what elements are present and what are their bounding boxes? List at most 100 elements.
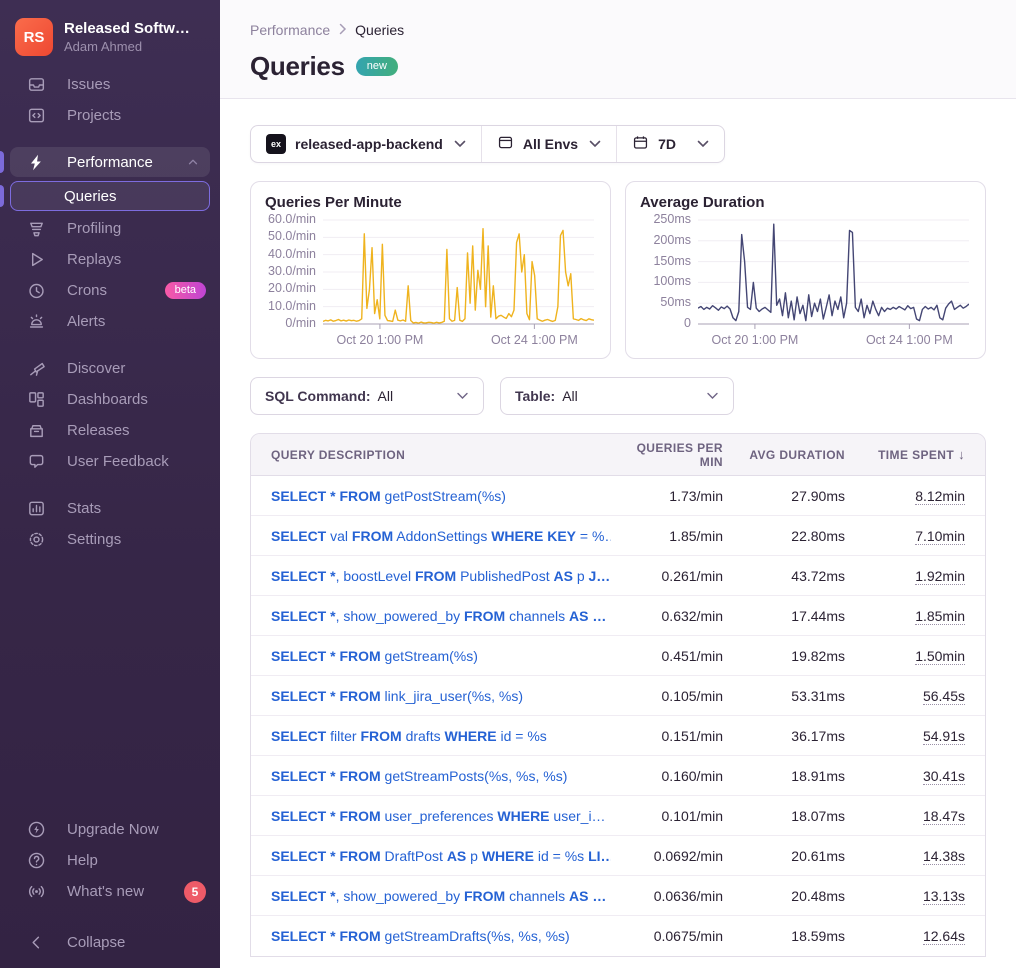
table-row: SELECT filter FROM drafts WHERE id = %s0… [251, 716, 985, 756]
time-spent-value[interactable]: 56.45s [923, 688, 965, 705]
sidebar-item-discover[interactable]: Discover [0, 353, 220, 384]
table-row: SELECT * FROM DraftPost AS p WHERE id = … [251, 836, 985, 876]
profiling-icon [27, 219, 46, 238]
query-description-link[interactable]: SELECT * FROM getPostStream(%s) [251, 488, 611, 504]
y-axis-labels: 60.0/min50.0/min40.0/min30.0/min20.0/min… [265, 212, 323, 350]
projects-icon [27, 106, 46, 125]
avg-duration-value: 22.80ms [743, 528, 865, 544]
query-description-link[interactable]: SELECT * FROM getStreamPosts(%s, %s, %s) [251, 768, 611, 784]
query-description-link[interactable]: SELECT * FROM DraftPost AS p WHERE id = … [251, 848, 611, 864]
chevron-down-icon [456, 392, 469, 400]
sidebar-item-queries-selected[interactable]: Queries [10, 181, 210, 211]
query-description-link[interactable]: SELECT *, boostLevel FROM PublishedPost … [251, 568, 611, 584]
y-axis-labels: 250ms200ms150ms100ms50ms0 [640, 212, 698, 350]
chart-title: Average Duration [640, 194, 969, 211]
user-feedback-icon [27, 452, 46, 471]
dashboards-icon [27, 390, 46, 409]
notification-count-badge: 5 [184, 881, 206, 903]
sidebar-item-alerts[interactable]: Alerts [0, 306, 220, 337]
whats-new-icon [27, 882, 46, 901]
sidebar-item-projects[interactable]: Projects [0, 100, 220, 131]
time-spent-value[interactable]: 1.85min [915, 608, 965, 625]
sidebar-item-dashboards[interactable]: Dashboards [0, 384, 220, 415]
queries-per-min-value: 0.105/min [611, 688, 743, 704]
query-description-link[interactable]: SELECT *, show_powered_by FROM channels … [251, 888, 611, 904]
avg-duration-value: 18.07ms [743, 808, 865, 824]
time-spent-value[interactable]: 13.13s [923, 888, 965, 905]
time-spent-value[interactable]: 8.12min [915, 488, 965, 505]
table-body: SELECT * FROM getPostStream(%s)1.73/min2… [251, 476, 985, 956]
sidebar-item-releases[interactable]: Releases [0, 415, 220, 446]
time-spent-value[interactable]: 1.92min [915, 568, 965, 585]
avg-duration-value: 43.72ms [743, 568, 865, 584]
time-spent-value[interactable]: 1.50min [915, 648, 965, 665]
environment-value: All Envs [523, 136, 578, 152]
time-spent-value[interactable]: 14.38s [923, 848, 965, 865]
issues-icon [27, 75, 46, 94]
table-row: SELECT * FROM link_jira_user(%s, %s)0.10… [251, 676, 985, 716]
date-range-selector[interactable]: 7D [616, 126, 724, 162]
sidebar-item-crons[interactable]: Cronsbeta [0, 275, 220, 306]
table-row: SELECT * FROM getStreamDrafts(%s, %s, %s… [251, 916, 985, 956]
releases-icon [27, 421, 46, 440]
avg-duration-value: 19.82ms [743, 648, 865, 664]
query-description-link[interactable]: SELECT filter FROM drafts WHERE id = %s [251, 728, 611, 744]
query-description-link[interactable]: SELECT * FROM getStreamDrafts(%s, %s, %s… [251, 928, 611, 944]
column-queries-per-min[interactable]: QUERIES PER MIN [611, 441, 743, 469]
table-row: SELECT *, show_powered_by FROM channels … [251, 876, 985, 916]
sidebar-item-help[interactable]: Help [0, 845, 220, 876]
environment-selector[interactable]: All Envs [481, 126, 616, 162]
breadcrumb-parent[interactable]: Performance [250, 22, 330, 38]
query-description-link[interactable]: SELECT *, show_powered_by FROM channels … [251, 608, 611, 624]
query-description-link[interactable]: SELECT * FROM link_jira_user(%s, %s) [251, 688, 611, 704]
upgrade-icon [27, 820, 46, 839]
query-description-link[interactable]: SELECT * FROM user_preferences WHERE use… [251, 808, 611, 824]
queries-per-min-value: 0.451/min [611, 648, 743, 664]
avg-duration-value: 17.44ms [743, 608, 865, 624]
sidebar-item-issues[interactable]: Issues [0, 69, 220, 100]
page-filter-bar: ex released-app-backend All Envs [250, 125, 725, 163]
queries-per-min-value: 0.0675/min [611, 928, 743, 944]
org-avatar: RS [15, 18, 53, 56]
time-spent-value[interactable]: 12.64s [923, 928, 965, 945]
discover-icon [27, 359, 46, 378]
sql-command-select[interactable]: SQL Command: All [250, 377, 484, 415]
chevron-up-icon [186, 155, 200, 169]
alerts-icon [27, 312, 46, 331]
column-time-spent[interactable]: TIME SPENT ↓ [865, 447, 985, 462]
sidebar: RS Released Softw… Adam Ahmed IssuesProj… [0, 0, 220, 968]
queries-per-min-value: 0.160/min [611, 768, 743, 784]
sidebar-item-what-s-new[interactable]: What's new5 [0, 876, 220, 907]
queries-per-min-value: 0.101/min [611, 808, 743, 824]
time-spent-value[interactable]: 30.41s [923, 768, 965, 785]
project-name: released-app-backend [295, 136, 443, 152]
sidebar-collapse-button[interactable]: Collapse [0, 927, 220, 958]
sidebar-item-replays[interactable]: Replays [0, 244, 220, 275]
query-description-link[interactable]: SELECT val FROM AddonSettings WHERE KEY … [251, 528, 611, 544]
time-spent-value[interactable]: 18.47s [923, 808, 965, 825]
table-header: QUERY DESCRIPTION QUERIES PER MIN AVG DU… [251, 434, 985, 476]
sidebar-item-profiling[interactable]: Profiling [0, 213, 220, 244]
table-select[interactable]: Table: All [500, 377, 734, 415]
time-spent-value[interactable]: 7.10min [915, 528, 965, 545]
org-switcher[interactable]: RS Released Softw… Adam Ahmed [0, 0, 220, 69]
settings-icon [27, 530, 46, 549]
column-avg-duration[interactable]: AVG DURATION [743, 448, 865, 462]
query-description-link[interactable]: SELECT * FROM getStream(%s) [251, 648, 611, 664]
queries-per-min-value: 0.0636/min [611, 888, 743, 904]
column-query-description[interactable]: QUERY DESCRIPTION [251, 448, 611, 462]
sidebar-item-upgrade-now[interactable]: Upgrade Now [0, 814, 220, 845]
chevron-right-icon [338, 22, 347, 38]
sidebar-item-user-feedback[interactable]: User Feedback [0, 446, 220, 477]
sidebar-item-stats[interactable]: Stats [0, 493, 220, 524]
time-spent-value[interactable]: 54.91s [923, 728, 965, 745]
project-selector[interactable]: ex released-app-backend [251, 126, 481, 162]
sidebar-item-settings[interactable]: Settings [0, 524, 220, 555]
window-icon [497, 134, 514, 154]
sidebar-group-performance[interactable]: Performance [10, 147, 210, 177]
main-content: Performance Queries Queries new ex relea… [220, 0, 1016, 968]
chevron-down-icon [706, 392, 719, 400]
table-row: SELECT * FROM getStream(%s)0.451/min19.8… [251, 636, 985, 676]
sidebar-nav: IssuesProjects Performance QueriesProfilin… [0, 69, 220, 555]
active-nav-indicator [0, 151, 4, 173]
